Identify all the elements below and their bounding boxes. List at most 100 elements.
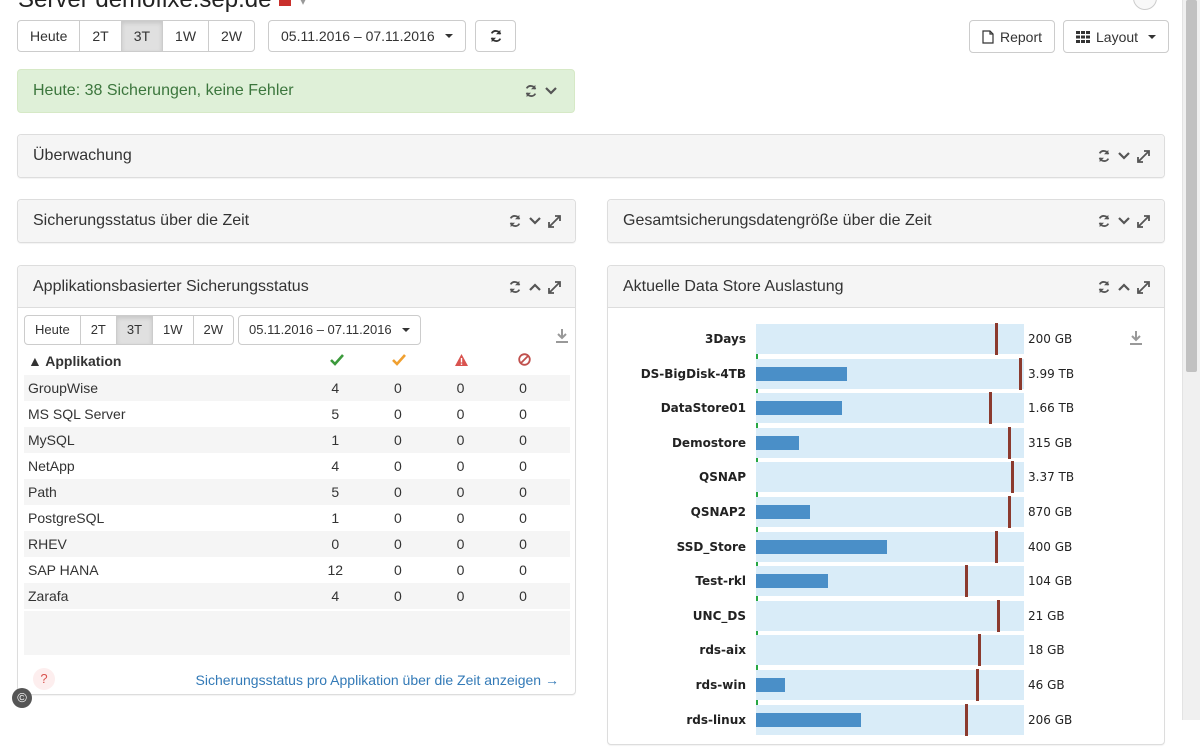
chevron-down-icon[interactable] [528,214,542,228]
datastore-size-value: 46 GB [1028,678,1065,692]
refresh-icon[interactable] [524,84,538,98]
refresh-icon[interactable] [508,280,522,294]
datastore-size-value: 21 GB [1028,608,1065,623]
table-row: SAP HANA 12 0 0 0 [28,562,527,578]
table-empty-area [24,611,570,655]
page-scrollbar[interactable] [1182,0,1200,720]
app-range-button-3t[interactable]: 3T [115,315,154,345]
panel-status-time: Sicherungsstatus über die Zeit [17,199,576,243]
datastore-row: QSNAP2 870 GB [608,496,1164,528]
datastore-size-value: 104 GB [1028,574,1073,589]
datastore-size-value: 3.99 TB [1028,366,1075,381]
panel-header[interactable]: Gesamtsicherungsdatengröße über die Zeit [608,200,1164,242]
datastore-capacity-track [756,565,1024,598]
expand-icon[interactable] [548,280,561,294]
column-header-application[interactable]: ▲ Applikation [24,347,304,375]
datastore-size-value: 1.66 TB [1028,401,1075,416]
datastore-threshold-marker [976,669,979,701]
datastore-threshold-marker [995,530,998,563]
app-range-button-group: Heute 2T 3T 1W 2W [24,315,235,345]
table-row: GroupWise 4 0 0 0 [24,375,570,401]
panel-header[interactable]: Applikationsbasierter Sicherungsstatus [18,266,575,308]
panel-header[interactable]: Überwachung [18,135,1164,177]
datastore-capacity-track [756,426,1024,459]
table-row: MySQL 1 0 0 0 [24,427,570,453]
table-row: RHEV 0 0 0 0 [24,531,570,557]
app-status-table: ▲ Applikation GroupWise 4 0 0 0 MS SQL Serve… [24,347,570,609]
datastore-used-bar [756,574,828,589]
datastore-size-value: 315 GB [1028,435,1073,450]
help-button[interactable]: ? [33,668,55,690]
datastore-capacity-track [756,530,1024,563]
datastore-used-bar [756,539,887,554]
range-button-1w[interactable]: 1W [162,20,210,52]
chevron-up-icon[interactable] [1117,280,1131,294]
table-row: MS SQL Server 5 0 0 0 [28,406,527,422]
datastore-capacity-track [756,461,1024,494]
datastore-name: rds-win [695,678,746,692]
datastore-row: Test-rkl 104 GB [608,565,1164,598]
range-button-heute[interactable]: Heute [17,20,81,52]
datastore-size-value: 400 GB [1028,539,1073,554]
datastore-threshold-marker [989,392,992,425]
date-range-dropdown[interactable]: 05.11.2016 – 07.11.2016 [268,20,466,52]
datastore-name: Test-rkl [695,574,746,589]
datastore-name: 3Days [704,332,746,346]
datastore-capacity-track [756,634,1024,667]
datastore-threshold-marker [1008,496,1011,528]
chevron-down-icon[interactable] [544,84,558,98]
check-icon [329,354,344,366]
report-button[interactable]: Report [969,20,1056,53]
datastore-size-value: 870 GB [1028,505,1073,519]
datastore-capacity-track [756,392,1024,425]
datastore-capacity-track [756,496,1024,528]
expand-icon[interactable] [1137,280,1150,294]
refresh-icon[interactable] [1097,280,1111,294]
expand-icon[interactable] [548,214,561,228]
alert-text: Heute: 38 Sicherungen, keine Fehler [33,82,294,99]
app-range-button-2w[interactable]: 2W [192,315,235,345]
download-icon[interactable] [555,328,569,344]
chevron-down-icon[interactable] [1117,214,1131,228]
datastore-row: QSNAP 3.37 TB [608,461,1164,494]
refresh-button[interactable] [475,20,516,52]
refresh-icon[interactable] [1097,149,1111,163]
table-row: PostgreSQL 1 0 0 0 [28,510,527,526]
chevron-down-icon[interactable]: ▾ [299,0,306,9]
expand-icon[interactable] [1137,149,1150,163]
check-warning-icon [392,354,407,366]
datastore-threshold-marker [1019,357,1022,390]
datastore-capacity-track [756,323,1024,355]
panel-header[interactable]: Aktuelle Data Store Auslastung [608,266,1164,308]
datastore-threshold-marker [1011,461,1014,494]
chevron-up-icon[interactable] [528,280,542,294]
datastore-row: DS-BigDisk-4TB 3.99 TB [608,357,1164,390]
chevron-down-icon[interactable] [1117,149,1131,163]
app-date-range-dropdown[interactable]: 05.11.2016 – 07.11.2016 [238,315,421,345]
panel-ueberwachung: Überwachung [17,134,1165,178]
error-triangle-icon [455,353,469,366]
scrollbar-thumb[interactable] [1186,0,1197,372]
settings-circle-button[interactable] [1133,0,1157,10]
app-range-button-2t[interactable]: 2T [79,315,117,345]
app-range-button-heute[interactable]: Heute [24,315,81,345]
flag-icon [279,0,292,6]
datastore-row: DataStore01 1.66 TB [608,392,1164,425]
refresh-icon[interactable] [508,214,522,228]
layout-dropdown[interactable]: Layout [1063,20,1170,53]
datastore-name: rds-aix [699,643,746,658]
expand-icon[interactable] [1137,214,1150,228]
panel-datastore: Aktuelle Data Store Auslastung 3Days 200 … [607,265,1165,745]
range-button-2w[interactable]: 2W [208,20,256,52]
cancel-icon [518,353,531,366]
range-button-2t[interactable]: 2T [79,20,122,52]
range-button-3t[interactable]: 3T [120,20,164,52]
panel-header[interactable]: Sicherungsstatus über die Zeit [18,200,575,242]
datastore-size-value: 3.37 TB [1028,470,1075,485]
panel-size-time: Gesamtsicherungsdatengröße über die Zeit [607,199,1165,243]
app-range-button-1w[interactable]: 1W [152,315,194,345]
datastore-threshold-marker [997,599,1000,632]
refresh-icon[interactable] [1097,214,1111,228]
app-history-link[interactable]: Sicherungsstatus pro Applikation über di… [196,672,559,688]
datastore-name: DS-BigDisk-4TB [640,366,746,381]
